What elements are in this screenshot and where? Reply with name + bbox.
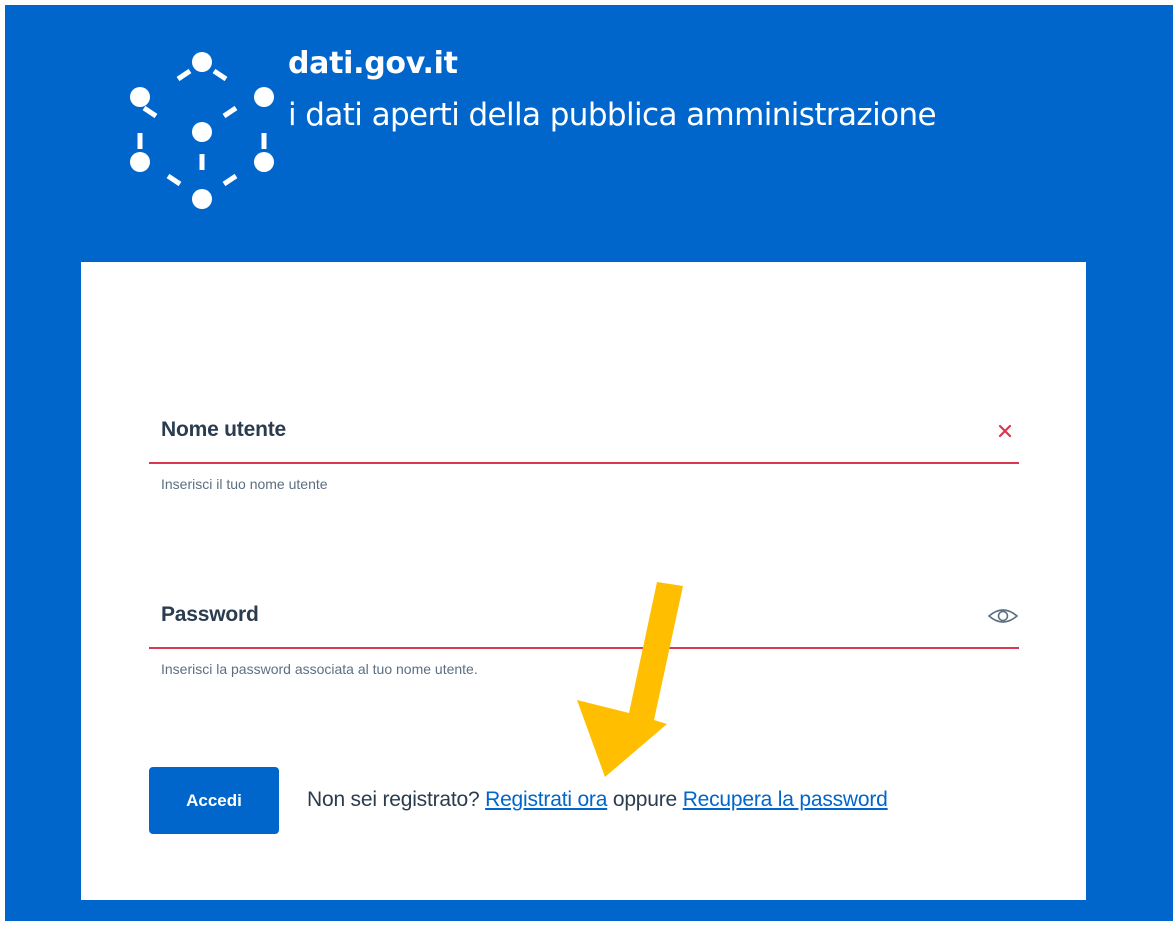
eye-icon[interactable] (987, 606, 1019, 626)
register-prompt: Non sei registrato? (307, 788, 480, 811)
username-helper-text: Inserisci il tuo nome utente (161, 476, 328, 492)
dati-network-logo-icon (130, 52, 274, 209)
username-input[interactable] (149, 402, 969, 462)
login-button[interactable]: Accedi (149, 767, 279, 834)
password-underline (149, 647, 1019, 649)
register-link[interactable]: Registrati ora (485, 788, 607, 811)
recover-password-link[interactable]: Recupera la password (683, 788, 888, 811)
close-icon[interactable] (995, 421, 1015, 441)
register-recover-line: Non sei registrato? Registrati ora oppur… (307, 788, 888, 812)
password-input[interactable] (149, 587, 969, 647)
brand-tagline: i dati aperti della pubblica amministraz… (288, 97, 937, 133)
username-underline (149, 462, 1019, 464)
brand-name: dati.gov.it (288, 46, 458, 81)
login-card: Nome utente Inserisci il tuo nome utente… (81, 262, 1086, 900)
separator-text: oppure (612, 788, 678, 811)
page: dati.gov.it i dati aperti della pubblica… (0, 0, 1173, 929)
password-helper-text: Inserisci la password associata al tuo n… (161, 661, 478, 677)
